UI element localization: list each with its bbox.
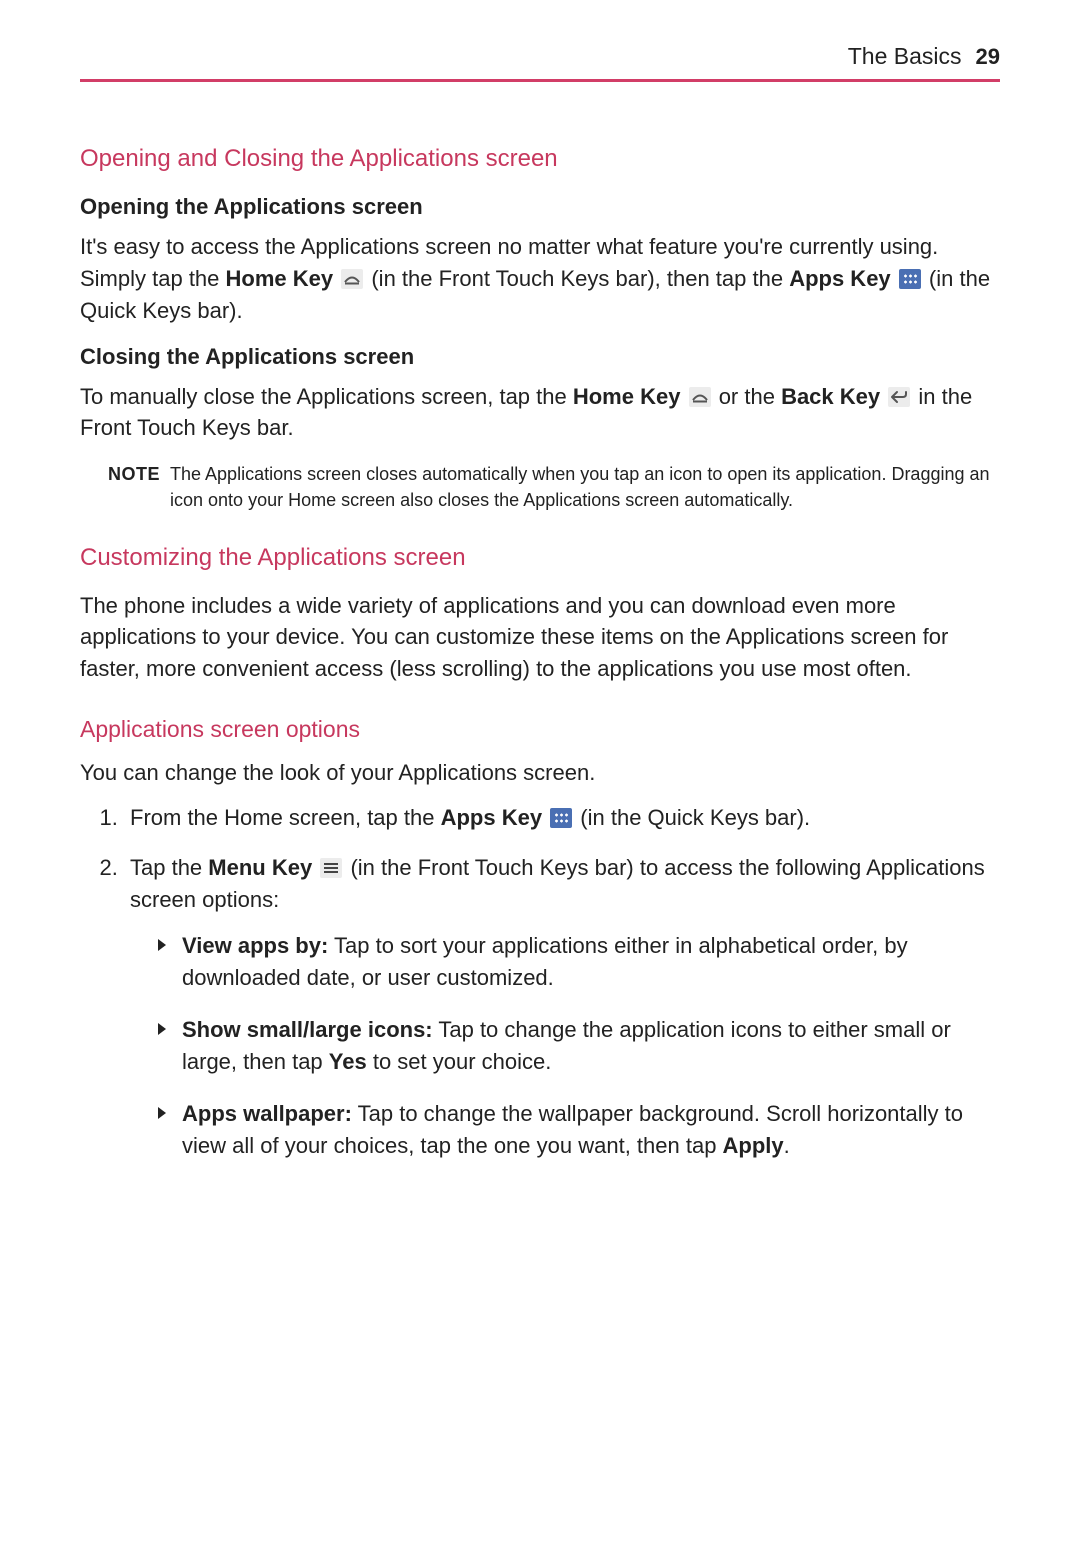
option-text: to set your choice. <box>367 1049 552 1074</box>
key-home: Home Key <box>226 266 334 291</box>
option-text: . <box>784 1133 790 1158</box>
heading-options: Applications screen options <box>80 713 1000 746</box>
note: NOTE The Applications screen closes auto… <box>108 462 1000 512</box>
step-1: From the Home screen, tap the Apps Key (… <box>124 802 1000 834</box>
key-menu: Menu Key <box>208 855 312 880</box>
options-bullets: View apps by: Tap to sort your applicati… <box>130 930 1000 1161</box>
steps-list: From the Home screen, tap the Apps Key (… <box>80 802 1000 1161</box>
text: To manually close the Applications scree… <box>80 384 573 409</box>
text: Tap the <box>130 855 208 880</box>
apps-icon <box>550 808 572 828</box>
back-icon <box>888 387 910 407</box>
text: (in the Front Touch Keys bar), then tap … <box>371 266 789 291</box>
page-number: 29 <box>976 41 1000 73</box>
bullet-view-apps-by: View apps by: Tap to sort your applicati… <box>164 930 1000 994</box>
manual-page: The Basics 29 Opening and Closing the Ap… <box>0 0 1080 1241</box>
key-apps: Apps Key <box>789 266 890 291</box>
subheading-closing: Closing the Applications screen <box>80 341 1000 373</box>
text: (in the Quick Keys bar). <box>574 805 810 830</box>
para-customizing: The phone includes a wide variety of app… <box>80 590 1000 686</box>
key-apps: Apps Key <box>441 805 542 830</box>
section-title: The Basics <box>848 40 962 73</box>
menu-icon <box>320 858 342 878</box>
text: or the <box>719 384 781 409</box>
key-apply: Apply <box>723 1133 784 1158</box>
step-2: Tap the Menu Key (in the Front Touch Key… <box>124 852 1000 1161</box>
option-title: View apps by: <box>182 933 328 958</box>
para-closing: To manually close the Applications scree… <box>80 381 1000 445</box>
page-header: The Basics 29 <box>80 40 1000 82</box>
key-home: Home Key <box>573 384 681 409</box>
key-back: Back Key <box>781 384 880 409</box>
note-text: The Applications screen closes automatic… <box>170 462 1000 512</box>
heading-customizing: Customizing the Applications screen <box>80 541 1000 576</box>
bullet-icon-size: Show small/large icons: Tap to change th… <box>164 1014 1000 1078</box>
text: From the Home screen, tap the <box>130 805 441 830</box>
note-label: NOTE <box>108 462 160 512</box>
option-title: Apps wallpaper: <box>182 1101 352 1126</box>
apps-icon <box>899 269 921 289</box>
para-options-intro: You can change the look of your Applicat… <box>80 757 1000 789</box>
heading-opening-closing: Opening and Closing the Applications scr… <box>80 142 1000 177</box>
bullet-wallpaper: Apps wallpaper: Tap to change the wallpa… <box>164 1098 1000 1162</box>
subheading-opening: Opening the Applications screen <box>80 191 1000 223</box>
home-icon <box>341 269 363 289</box>
para-opening: It's easy to access the Applications scr… <box>80 231 1000 327</box>
home-icon <box>689 387 711 407</box>
key-yes: Yes <box>329 1049 367 1074</box>
option-title: Show small/large icons: <box>182 1017 433 1042</box>
